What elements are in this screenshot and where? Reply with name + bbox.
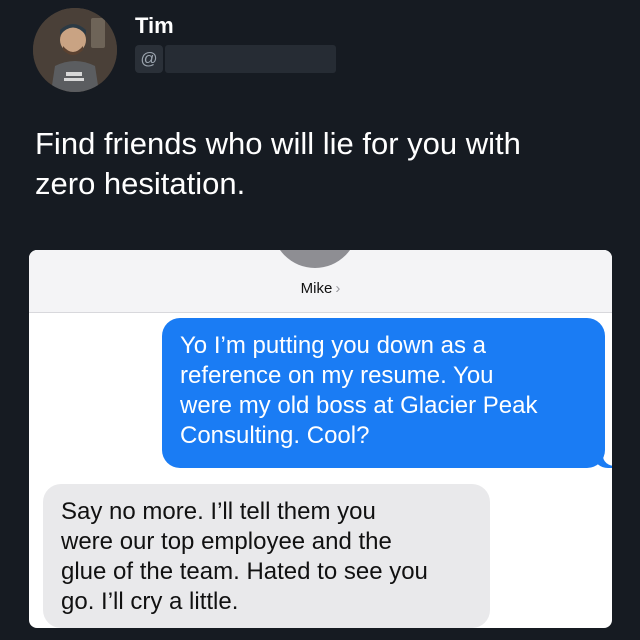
incoming-message-bubble: Say no more. I’ll tell them you were our… — [43, 484, 490, 628]
chevron-right-icon: › — [335, 280, 341, 297]
author-avatar[interactable] — [33, 8, 117, 92]
handle-at-symbol: @ — [135, 45, 163, 73]
conversation-header: Mike › — [29, 250, 612, 313]
handle-redacted-block — [165, 45, 336, 73]
contact-name-row: Mike › — [29, 280, 612, 297]
contact-avatar — [272, 250, 358, 268]
outgoing-message-bubble: Yo I’m putting you down as a reference o… — [162, 318, 605, 468]
message-screenshot: Mike › Yo I’m putting you down as a refer… — [29, 250, 612, 628]
tweet-text: Find friends who will lie for you with z… — [35, 126, 521, 201]
avatar-photo — [33, 8, 117, 92]
author-name[interactable]: Tim — [135, 13, 174, 39]
author-handle[interactable]: @ — [135, 45, 336, 73]
contact-name: Mike — [300, 280, 333, 297]
